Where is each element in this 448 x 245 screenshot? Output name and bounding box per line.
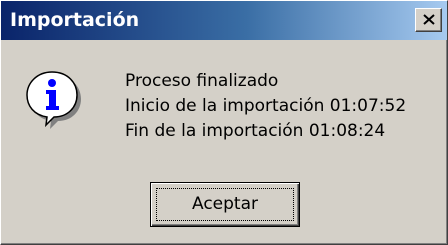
message-line-status: Proceso finalizado xyxy=(125,71,279,91)
message-text: Proceso finalizado Inicio de la importac… xyxy=(125,69,406,144)
close-icon xyxy=(423,14,435,25)
message-line-end: Fin de la importación 01:08:24 xyxy=(125,121,386,141)
close-button[interactable] xyxy=(415,8,442,32)
ok-button-label: Aceptar xyxy=(192,194,258,214)
window-title: Importación xyxy=(10,9,140,31)
info-icon xyxy=(21,68,83,130)
message-dialog: Importación Proceso finalizado Inicio de… xyxy=(0,0,448,245)
title-bar[interactable]: Importación xyxy=(1,1,447,40)
ok-button[interactable]: Aceptar xyxy=(150,182,300,227)
message-line-start: Inicio de la importación 01:07:52 xyxy=(125,96,407,116)
